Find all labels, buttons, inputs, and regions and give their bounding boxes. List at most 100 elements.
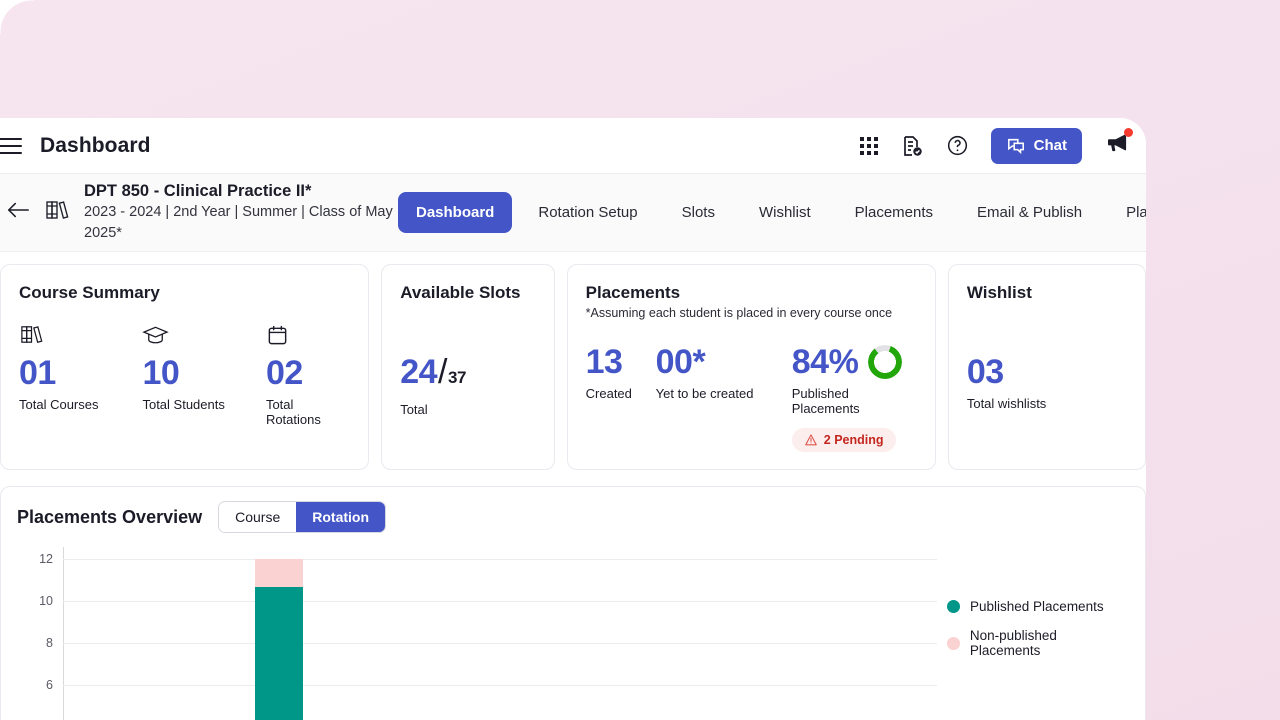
metric-value: 01 <box>19 354 56 392</box>
metric-yet-to-be-created: 00* Yet to be created <box>656 342 792 452</box>
tab-wishlist[interactable]: Wishlist <box>741 192 829 233</box>
tab-rotation-setup[interactable]: Rotation Setup <box>520 192 655 233</box>
calendar-icon <box>266 321 350 347</box>
available-slots-card: Available Slots 24 / 37 Total <box>381 264 555 470</box>
pending-badge-label: 2 Pending <box>823 433 884 447</box>
slots-denominator: 37 <box>447 368 466 387</box>
legend-swatch-published <box>947 600 960 613</box>
tab-placements[interactable]: Placements <box>837 192 951 233</box>
chart-y-axis-labels: 12 10 8 6 4 <box>17 547 53 720</box>
y-tick: 6 <box>46 678 53 692</box>
legend-label: Published Placements <box>970 599 1104 614</box>
placements-overview-title: Placements Overview <box>17 506 203 527</box>
course-summary-metrics: 01 Total Courses 10 Total Students 02 To… <box>19 321 350 427</box>
gridline <box>63 559 937 560</box>
course-summary-card: Course Summary 01 Total Courses 10 Total… <box>0 264 370 470</box>
chart-plot-inner <box>63 547 937 720</box>
slots-separator: / <box>438 353 447 391</box>
placements-overview-header: Placements Overview Course Rotation <box>17 501 1129 533</box>
placements-overview-chart: 12 10 8 6 4 <box>17 547 1129 720</box>
gridline <box>63 685 937 686</box>
wishlist-label: Total wishlists <box>966 396 1047 411</box>
gridline <box>63 601 937 602</box>
metric-total-students: 10 Total Students <box>142 321 265 427</box>
chat-button-label: Chat <box>1033 137 1067 154</box>
books-icon <box>19 321 142 347</box>
topbar-actions: Chat <box>859 127 1133 164</box>
placements-card: Placements *Assuming each student is pla… <box>566 264 936 470</box>
metric-published-placements: 84% Published Placements 2 Pending <box>791 342 917 452</box>
metric-total-courses: 01 Total Courses <box>19 321 142 427</box>
placements-metrics: 13 Created 00* Yet to be created 84% Pub… <box>586 342 917 452</box>
chart-bar-rotation-1[interactable] <box>255 559 303 720</box>
placements-title: Placements <box>585 283 681 302</box>
back-arrow-icon[interactable] <box>6 200 30 225</box>
notification-badge-dot <box>1124 128 1133 137</box>
course-info: DPT 850 - Clinical Practice II* 2023 - 2… <box>84 181 394 244</box>
placements-overview-panel: Placements Overview Course Rotation 12 1… <box>0 486 1146 720</box>
page-title: Dashboard <box>40 133 151 157</box>
document-check-icon[interactable] <box>900 134 924 158</box>
legend-label: Non-published Placements <box>969 628 1057 658</box>
y-tick: 8 <box>46 636 53 650</box>
app-window: Dashboard Chat DPT 850 - Clinical Practi… <box>0 118 1146 720</box>
chart-legend: Published Placements Non-published Place… <box>947 599 1129 672</box>
available-slots-title: Available Slots <box>400 283 521 302</box>
tab-email-publish[interactable]: Email & Publish <box>959 192 1100 233</box>
available-slots-value: 24 / 37 <box>400 352 535 398</box>
published-placements-value-row: 84% <box>792 342 917 382</box>
metric-label: Yet to be created <box>655 386 754 401</box>
summary-cards: Course Summary 01 Total Courses 10 Total… <box>0 252 1146 470</box>
published-placements-donut-chart <box>868 345 903 379</box>
bar-segment-published <box>255 587 303 720</box>
page-corner-mask <box>0 0 34 34</box>
metric-value: 10 <box>142 354 180 392</box>
course-title: DPT 850 - Clinical Practice II* <box>84 182 312 200</box>
metric-label: Total Courses <box>19 397 99 412</box>
course-tabs: Dashboard Rotation Setup Slots Wishlist … <box>398 192 1146 233</box>
tab-dashboard[interactable]: Dashboard <box>398 192 513 233</box>
wishlist-value: 03 <box>966 353 1004 391</box>
slots-numerator: 24 <box>400 353 438 391</box>
graduation-cap-icon <box>142 321 265 347</box>
help-circle-icon[interactable] <box>946 134 969 157</box>
legend-swatch-non-published <box>947 636 960 650</box>
legend-item-published[interactable]: Published Placements <box>947 599 1129 614</box>
metric-value: 84% <box>791 343 859 381</box>
placements-note: *Assuming each student is placed in ever… <box>585 306 893 320</box>
course-subtitle: 2023 - 2024 | 2nd Year | Summer | Class … <box>84 204 393 241</box>
warning-triangle-icon <box>804 434 817 446</box>
course-header-bar: DPT 850 - Clinical Practice II* 2023 - 2… <box>0 174 1146 252</box>
metric-value: 00* <box>655 343 706 381</box>
pending-status-badge: 2 Pending <box>791 428 896 452</box>
metric-value: 02 <box>265 354 303 392</box>
tab-slots[interactable]: Slots <box>664 192 733 233</box>
toggle-course[interactable]: Course <box>219 502 297 532</box>
metric-total-rotations: 02 Total Rotations <box>266 321 350 427</box>
books-icon <box>44 197 70 228</box>
bar-segment-non-published <box>255 559 303 587</box>
top-bar: Dashboard Chat <box>0 118 1146 174</box>
metric-label: Created <box>585 386 632 401</box>
y-tick: 12 <box>39 552 53 566</box>
chat-button[interactable]: Chat <box>990 127 1082 164</box>
hamburger-menu-icon[interactable] <box>0 133 24 159</box>
metric-label: Total Rotations <box>265 397 321 427</box>
gridline <box>63 643 937 644</box>
apps-grid-icon[interactable] <box>859 136 878 155</box>
metric-label: Published Placements <box>791 386 860 416</box>
course-summary-title: Course Summary <box>19 283 160 302</box>
tab-placement-clearance[interactable]: Placement Clea <box>1108 192 1146 233</box>
metric-created: 13 Created <box>586 342 656 452</box>
overview-view-toggle: Course Rotation <box>218 501 387 533</box>
chart-y-axis-line <box>63 547 64 720</box>
metric-label: Total Students <box>142 397 225 412</box>
legend-item-non-published[interactable]: Non-published Placements <box>947 628 1129 658</box>
y-tick: 10 <box>39 594 53 608</box>
available-slots-label: Total <box>400 402 428 417</box>
metric-value: 13 <box>585 343 623 381</box>
wishlist-card: Wishlist 03 Total wishlists <box>947 264 1146 470</box>
megaphone-icon[interactable] <box>1104 128 1133 160</box>
toggle-rotation[interactable]: Rotation <box>296 502 386 532</box>
wishlist-title: Wishlist <box>966 283 1032 302</box>
